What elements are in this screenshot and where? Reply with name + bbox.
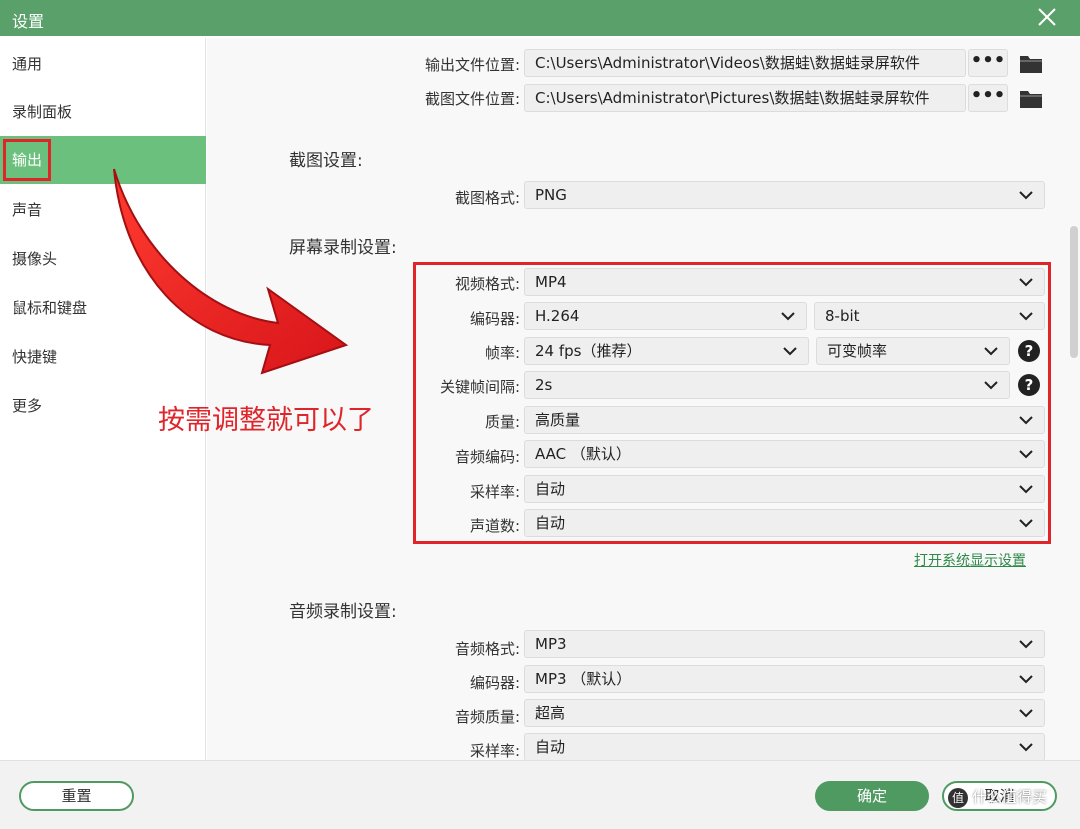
- chevron-down-icon: [984, 381, 998, 390]
- video-format-value: MP4: [535, 273, 567, 291]
- annotation-text: 按需调整就可以了: [158, 405, 374, 436]
- encoder-select[interactable]: H.264: [524, 302, 807, 330]
- chevron-down-icon: [1019, 416, 1033, 425]
- screenshot-format-select[interactable]: PNG: [524, 181, 1045, 209]
- chevron-down-icon: [781, 312, 795, 321]
- audio-encoder-select[interactable]: MP3 （默认）: [524, 665, 1045, 693]
- chevron-down-icon: [1019, 485, 1033, 494]
- quality-value: 高质量: [535, 411, 581, 429]
- scrollbar-thumb[interactable]: [1070, 226, 1078, 358]
- close-icon[interactable]: [1036, 6, 1058, 28]
- watermark: 值什么值得买: [948, 786, 1047, 808]
- screen-recording-title: 屏幕录制设置:: [289, 238, 397, 258]
- frame-rate-label: 帧率:: [484, 344, 520, 362]
- audio-sample-rate-value: 自动: [535, 738, 566, 756]
- title-bar: 设置: [0, 0, 1080, 36]
- sidebar-item-label: 更多: [12, 397, 43, 415]
- frame-mode-value: 可变帧率: [827, 342, 888, 360]
- bit-depth-select[interactable]: 8-bit: [814, 302, 1045, 330]
- bit-depth-value: 8-bit: [825, 307, 860, 325]
- audio-encoder-label: 编码器:: [469, 674, 520, 692]
- chevron-down-icon: [1019, 519, 1033, 528]
- output-path-label: 输出文件位置:: [424, 56, 520, 74]
- frame-mode-select[interactable]: 可变帧率: [816, 337, 1010, 365]
- audio-codec-select[interactable]: AAC （默认）: [524, 440, 1045, 468]
- output-browse-button[interactable]: •••: [968, 49, 1008, 77]
- watermark-badge: 值: [948, 787, 968, 808]
- chevron-down-icon: [1019, 640, 1033, 649]
- audio-encoder-value: MP3 （默认）: [535, 670, 632, 688]
- sample-rate-label: 采样率:: [469, 483, 520, 501]
- audio-codec-value: AAC （默认）: [535, 445, 631, 463]
- sidebar-item-camera[interactable]: 摄像头: [0, 235, 206, 283]
- chevron-down-icon: [1019, 278, 1033, 287]
- chevron-down-icon: [1019, 191, 1033, 200]
- screenshot-path-field[interactable]: C:\Users\Administrator\Pictures\数据蛙\数据蛙录…: [524, 84, 966, 112]
- frame-rate-value: 24 fps（推荐）: [535, 342, 642, 360]
- channels-select[interactable]: 自动: [524, 509, 1045, 537]
- reset-button[interactable]: 重置: [19, 781, 134, 811]
- audio-sample-rate-label: 采样率:: [469, 742, 520, 760]
- sidebar-item-hotkeys[interactable]: 快捷键: [0, 333, 206, 381]
- audio-quality-value: 超高: [535, 704, 566, 722]
- screenshot-settings-title: 截图设置:: [289, 151, 363, 171]
- channels-label: 声道数:: [469, 517, 520, 535]
- sidebar-item-label: 声音: [12, 201, 43, 219]
- audio-quality-label: 音频质量:: [454, 708, 520, 726]
- sidebar-item-mouse-keyboard[interactable]: 鼠标和键盘: [0, 284, 206, 332]
- help-icon[interactable]: ?: [1018, 374, 1040, 396]
- sample-rate-select[interactable]: 自动: [524, 475, 1045, 503]
- sample-rate-value: 自动: [535, 480, 566, 498]
- sidebar-item-output[interactable]: 输出: [0, 136, 206, 184]
- audio-format-label: 音频格式:: [454, 640, 520, 658]
- sidebar-item-label: 通用: [12, 55, 43, 73]
- sidebar-item-general[interactable]: 通用: [0, 40, 206, 88]
- screenshot-browse-button[interactable]: •••: [968, 84, 1008, 112]
- sidebar-item-label: 摄像头: [12, 250, 58, 268]
- sidebar-item-sound[interactable]: 声音: [0, 186, 206, 234]
- video-format-select[interactable]: MP4: [524, 268, 1045, 296]
- sidebar-item-label: 快捷键: [12, 348, 58, 366]
- chevron-down-icon: [783, 347, 797, 356]
- video-format-label: 视频格式:: [454, 275, 520, 293]
- screenshot-format-label: 截图格式:: [454, 189, 520, 207]
- audio-sample-rate-select[interactable]: 自动: [524, 733, 1045, 761]
- audio-codec-label: 音频编码:: [454, 448, 520, 466]
- chevron-down-icon: [984, 347, 998, 356]
- display-settings-link[interactable]: 打开系统显示设置: [914, 550, 1026, 570]
- watermark-text: 什么值得买: [972, 788, 1048, 806]
- help-icon[interactable]: ?: [1018, 340, 1040, 362]
- chevron-down-icon: [1019, 675, 1033, 684]
- audio-recording-title: 音频录制设置:: [289, 602, 397, 622]
- audio-quality-select[interactable]: 超高: [524, 699, 1045, 727]
- window-title: 设置: [12, 12, 45, 31]
- screenshot-format-value: PNG: [535, 186, 567, 204]
- chevron-down-icon: [1019, 709, 1033, 718]
- quality-select[interactable]: 高质量: [524, 406, 1045, 434]
- ok-button[interactable]: 确定: [815, 781, 929, 811]
- sidebar-item-label: 录制面板: [12, 103, 73, 121]
- quality-label: 质量:: [484, 413, 520, 431]
- encoder-label: 编码器:: [469, 310, 520, 328]
- chevron-down-icon: [1019, 450, 1033, 459]
- channels-value: 自动: [535, 514, 566, 532]
- audio-format-value: MP3: [535, 635, 567, 653]
- folder-icon[interactable]: [1019, 52, 1043, 74]
- encoder-value: H.264: [535, 307, 580, 325]
- chevron-down-icon: [1019, 743, 1033, 752]
- keyframe-label: 关键帧间隔:: [439, 378, 520, 396]
- folder-icon[interactable]: [1019, 87, 1043, 109]
- sidebar-item-recording-panel[interactable]: 录制面板: [0, 88, 206, 136]
- sidebar-item-label: 输出: [3, 139, 52, 181]
- output-path-field[interactable]: C:\Users\Administrator\Videos\数据蛙\数据蛙录屏软…: [524, 49, 966, 77]
- audio-format-select[interactable]: MP3: [524, 630, 1045, 658]
- frame-rate-select[interactable]: 24 fps（推荐）: [524, 337, 809, 365]
- chevron-down-icon: [1019, 312, 1033, 321]
- keyframe-value: 2s: [535, 376, 553, 394]
- sidebar-item-label: 鼠标和键盘: [12, 299, 88, 317]
- keyframe-select[interactable]: 2s: [524, 371, 1010, 399]
- screenshot-path-label: 截图文件位置:: [424, 90, 520, 108]
